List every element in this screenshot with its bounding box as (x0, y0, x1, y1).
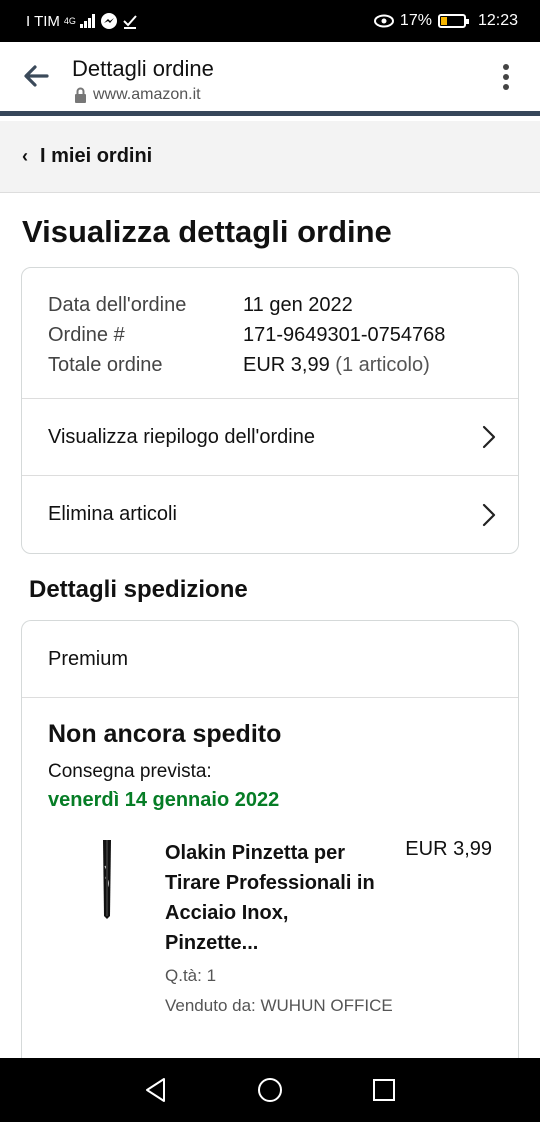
download-done-icon (123, 15, 137, 29)
more-options-icon[interactable] (502, 64, 510, 94)
nav-back-icon[interactable] (144, 1077, 168, 1103)
browser-page-title: Dettagli ordine (72, 56, 214, 81)
product-image[interactable] (48, 838, 165, 1016)
product-seller: Venduto da: WUHUN OFFICE (165, 996, 393, 1015)
status-right: 17% 12:23 (373, 12, 518, 30)
tweezers-icon (102, 840, 111, 919)
battery-percent: 17% (399, 12, 432, 29)
back-arrow-icon[interactable] (22, 62, 50, 90)
nav-home-icon[interactable] (257, 1077, 283, 1103)
order-number-row: Ordine # 171-9649301-0754768 (48, 320, 492, 350)
carrier-label: I TIM (26, 12, 60, 30)
delivery-date: venerdì 14 gennaio 2022 (48, 789, 280, 811)
order-date-row: Data dell'ordine 11 gen 2022 (48, 290, 492, 320)
page-title: Visualizza dettagli ordine (22, 214, 392, 249)
order-total-label: Totale ordine (48, 354, 163, 376)
url-text: www.amazon.it (93, 86, 201, 103)
product-quantity: Q.tà: 1 (165, 966, 217, 985)
breadcrumb[interactable]: ‹ I miei ordini (0, 121, 540, 193)
clock: 12:23 (477, 12, 518, 29)
order-total-items: (1 articolo) (335, 354, 430, 376)
product-name[interactable]: Olakin Pinzetta per Tirare Professionali… (165, 838, 380, 958)
order-total-value: EUR 3,99 (1 articolo) (243, 350, 430, 380)
system-nav-bar (0, 1058, 540, 1122)
chevron-right-icon (482, 503, 496, 526)
lock-icon (75, 87, 86, 103)
eye-comfort-icon (373, 14, 394, 28)
product-info: Olakin Pinzetta per Tirare Professionali… (165, 838, 492, 1016)
chevron-right-icon (482, 425, 496, 449)
signal-icon (79, 14, 95, 28)
shipping-type: Premium (22, 621, 518, 698)
delete-items-link[interactable]: Elimina articoli (22, 476, 518, 553)
order-number-label: Ordine # (48, 324, 125, 346)
shipment-details: Non ancora spedito Consegna prevista: ve… (22, 698, 518, 1038)
network-label: 4G (63, 16, 76, 26)
shipment-status: Non ancora spedito (48, 720, 282, 748)
status-left: I TIM 4G (26, 12, 138, 30)
order-item[interactable]: Olakin Pinzetta per Tirare Professionali… (48, 838, 492, 1016)
order-date-label: Data dell'ordine (48, 294, 187, 316)
product-price: EUR 3,99 (405, 838, 492, 860)
delete-items-label: Elimina articoli (48, 503, 177, 525)
shipping-card: Premium Non ancora spedito Consegna prev… (21, 620, 519, 1060)
chevron-left-icon: ‹ (22, 146, 28, 166)
browser-header: Dettagli ordine www.amazon.it (0, 42, 540, 116)
order-total-amount: EUR 3,99 (243, 354, 330, 376)
messenger-icon (100, 13, 117, 29)
order-number-value: 171-9649301-0754768 (243, 324, 446, 346)
status-bar: I TIM 4G 17% 12:23 (0, 0, 540, 42)
battery-icon (437, 14, 469, 28)
shipping-section-title: Dettagli spedizione (29, 576, 248, 603)
order-summary-card: Data dell'ordine 11 gen 2022 Ordine # 17… (21, 267, 519, 554)
browser-url[interactable]: www.amazon.it (74, 86, 201, 104)
order-date-value: 11 gen 2022 (243, 294, 353, 316)
view-summary-link[interactable]: Visualizza riepilogo dell'ordine (22, 399, 518, 476)
order-info: Data dell'ordine 11 gen 2022 Ordine # 17… (22, 268, 518, 399)
breadcrumb-label: I miei ordini (40, 145, 153, 167)
order-total-row: Totale ordine EUR 3,99 (1 articolo) (48, 350, 492, 380)
view-summary-label: Visualizza riepilogo dell'ordine (48, 425, 315, 448)
nav-recents-icon[interactable] (372, 1078, 396, 1102)
delivery-label: Consegna prevista: (48, 761, 212, 782)
